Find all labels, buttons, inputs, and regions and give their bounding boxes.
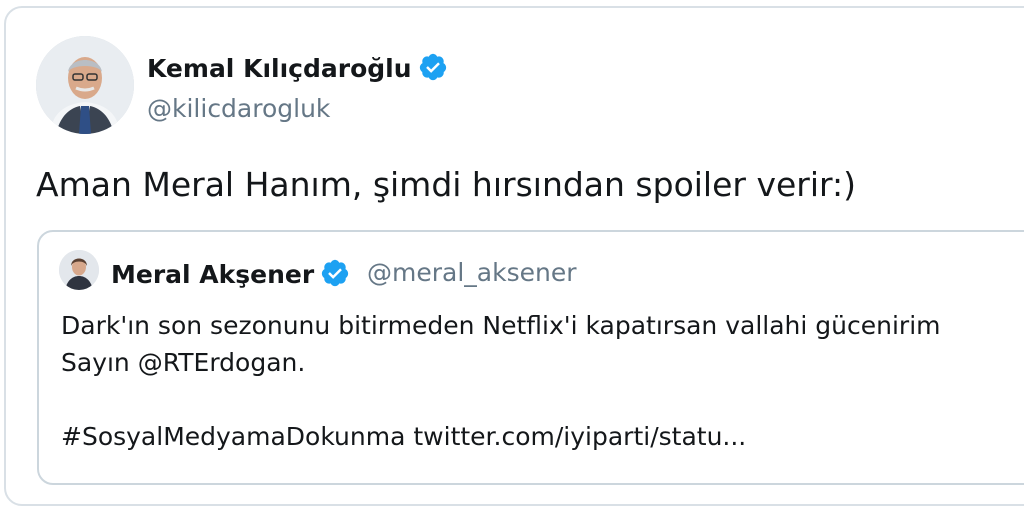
author-name[interactable]: Kemal Kılıçdaroğlu xyxy=(147,52,448,83)
verified-badge-icon xyxy=(419,53,446,81)
quoted-author-avatar[interactable] xyxy=(59,250,99,290)
quoted-author-name[interactable]: Meral Akşener xyxy=(111,258,350,289)
author-name-text: Kemal Kılıçdaroğlu xyxy=(147,54,412,83)
tweet-text: Aman Meral Hanım, şimdi hırsından spoile… xyxy=(36,165,857,204)
quoted-text-line xyxy=(61,381,941,418)
tweet-card[interactable]: Kemal Kılıçdaroğlu @kilicdarogluk Aman M… xyxy=(4,6,1024,506)
profile-photo-icon xyxy=(59,250,99,290)
quoted-tweet[interactable]: Meral Akşener @meral_aksener Dark'ın son… xyxy=(37,230,1024,485)
quoted-author-name-text: Meral Akşener xyxy=(111,260,315,289)
quoted-text-line: Sayın @RTErdogan. xyxy=(61,348,306,377)
author-avatar[interactable] xyxy=(36,36,134,134)
author-handle[interactable]: @kilicdarogluk xyxy=(147,94,330,123)
quoted-author-handle[interactable]: @meral_aksener xyxy=(367,258,577,287)
quoted-text-line: Dark'ın son sezonunu bitirmeden Netflix'… xyxy=(61,311,941,340)
quoted-tweet-text: Dark'ın son sezonunu bitirmeden Netflix'… xyxy=(61,307,941,455)
quoted-text-line: #SosyalMedyamaDokunma twitter.com/iyipar… xyxy=(61,422,747,451)
profile-photo-icon xyxy=(36,36,134,134)
verified-badge-icon xyxy=(322,259,349,287)
